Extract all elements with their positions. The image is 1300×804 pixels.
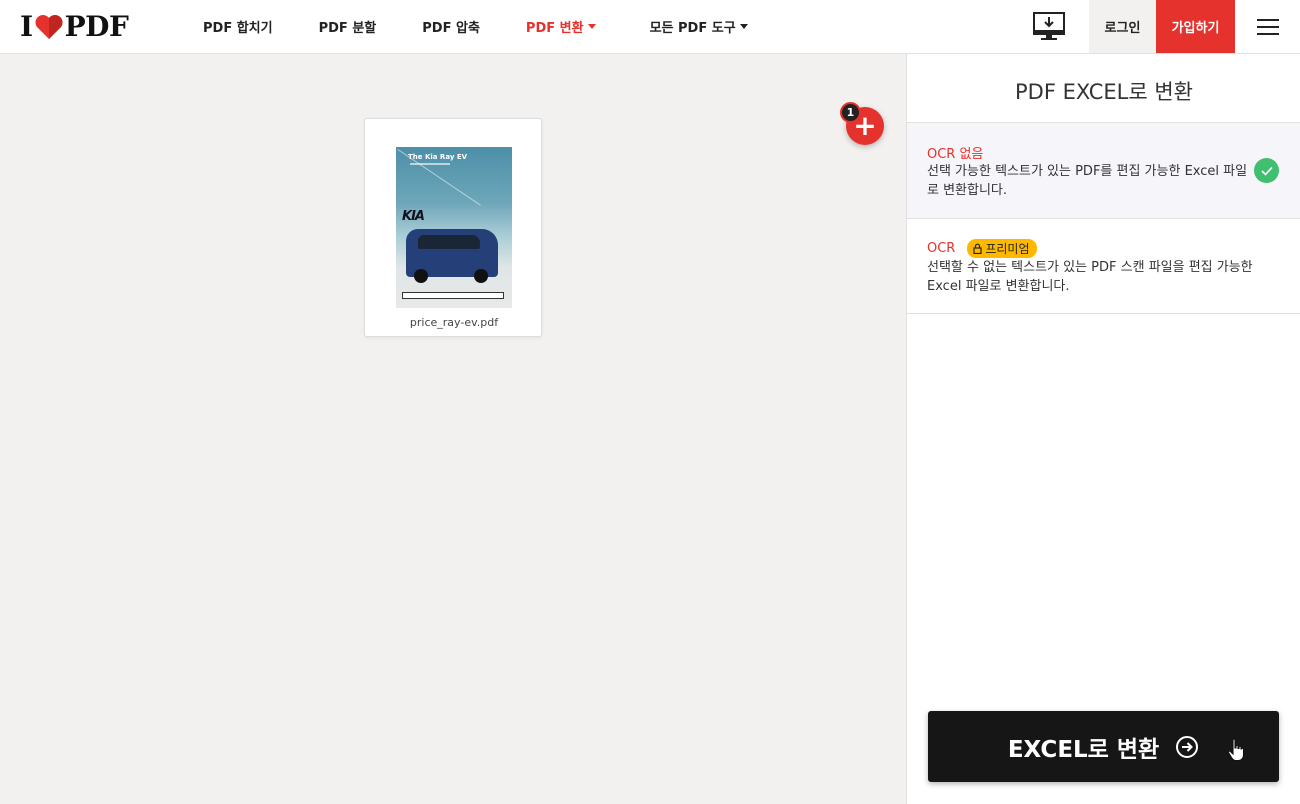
option-no-ocr-label: OCR 없음 — [927, 147, 984, 162]
nav-compress-pdf[interactable]: PDF 압축 — [422, 17, 480, 36]
check-icon — [1254, 158, 1279, 183]
nav-convert-pdf[interactable]: PDF 변환 — [526, 17, 596, 36]
signup-button[interactable]: 가입하기 — [1156, 0, 1235, 53]
top-header: I PDF PDF 합치기 PDF 분할 PDF 압축 PDF 변환 모든 PD… — [0, 0, 1300, 54]
file-workspace: The Kia Ray EV KIA price_ray-ev.pdf + 1 — [0, 54, 906, 804]
convert-button-label: EXCEL로 변환 — [1007, 736, 1160, 763]
option-ocr-label: OCR — [927, 241, 956, 256]
thumb-subtitle-bar — [410, 163, 450, 165]
thumb-footer-bar — [402, 292, 504, 299]
thumb-car-wheel — [474, 269, 488, 283]
caret-down-icon — [587, 24, 596, 29]
thumb-car-wheel — [414, 269, 428, 283]
option-ocr[interactable]: OCR 프리미엄 선택할 수 없는 텍스트가 있는 PDF 스캔 파일을 편집 … — [907, 218, 1300, 314]
hand-pointer-cursor-icon — [1227, 738, 1245, 762]
caret-down-icon — [739, 24, 748, 29]
nav-all-tools-label: 모든 PDF 도구 — [649, 21, 736, 36]
hamburger-menu-button[interactable] — [1235, 0, 1300, 53]
login-button[interactable]: 로그인 — [1089, 0, 1156, 53]
nav-convert-pdf-label: PDF 변환 — [525, 21, 584, 36]
hamburger-menu-icon — [1256, 18, 1279, 35]
main-nav: PDF 합치기 PDF 분할 PDF 압축 PDF 변환 모든 PDF 도구 — [203, 0, 794, 54]
option-ocr-desc: 선택할 수 없는 텍스트가 있는 PDF 스캔 파일을 편집 가능한 Excel… — [927, 260, 1253, 294]
heart-icon — [35, 14, 63, 39]
desktop-app-button[interactable] — [1023, 0, 1075, 53]
lock-icon — [973, 243, 982, 254]
file-name: price_ray-ev.pdf — [409, 316, 499, 329]
nav-split-pdf-label: PDF 분할 — [318, 21, 377, 36]
thumb-title: The Kia Ray EV — [408, 153, 468, 161]
file-count-badge: 1 — [840, 102, 861, 123]
options-sidebar: PDF EXCEL로 변환 OCR 없음 선택 가능한 텍스트가 있는 PDF를… — [906, 54, 1300, 804]
nav-compress-pdf-label: PDF 압축 — [422, 21, 480, 36]
nav-split-pdf[interactable]: PDF 분할 — [319, 17, 377, 36]
option-no-ocr-desc: 선택 가능한 텍스트가 있는 PDF를 편집 가능한 Excel 파일로 변환합… — [927, 164, 1248, 198]
logo-text-pdf: PDF — [64, 10, 129, 43]
logo-letter-i: I — [20, 10, 33, 43]
arrow-circle-right-icon — [1176, 735, 1199, 758]
header-actions: 로그인 가입하기 — [1023, 0, 1300, 53]
nav-merge-pdf[interactable]: PDF 합치기 — [203, 17, 273, 36]
nav-merge-pdf-label: PDF 합치기 — [203, 21, 273, 36]
ilovepdf-logo[interactable]: I PDF — [20, 10, 170, 43]
nav-all-tools[interactable]: 모든 PDF 도구 — [650, 17, 748, 36]
premium-badge: 프리미엄 — [967, 239, 1037, 258]
sidebar-title: PDF EXCEL로 변환 — [1015, 80, 1193, 104]
thumb-brand-logo: KIA — [402, 209, 425, 224]
desktop-download-icon — [1033, 11, 1065, 40]
thumb-car-window — [418, 235, 480, 249]
premium-badge-label: 프리미엄 — [985, 242, 1030, 256]
file-card[interactable]: The Kia Ray EV KIA price_ray-ev.pdf — [364, 118, 542, 337]
option-no-ocr[interactable]: OCR 없음 선택 가능한 텍스트가 있는 PDF를 편집 가능한 Excel … — [907, 122, 1300, 218]
pdf-thumbnail: The Kia Ray EV KIA — [396, 147, 512, 308]
